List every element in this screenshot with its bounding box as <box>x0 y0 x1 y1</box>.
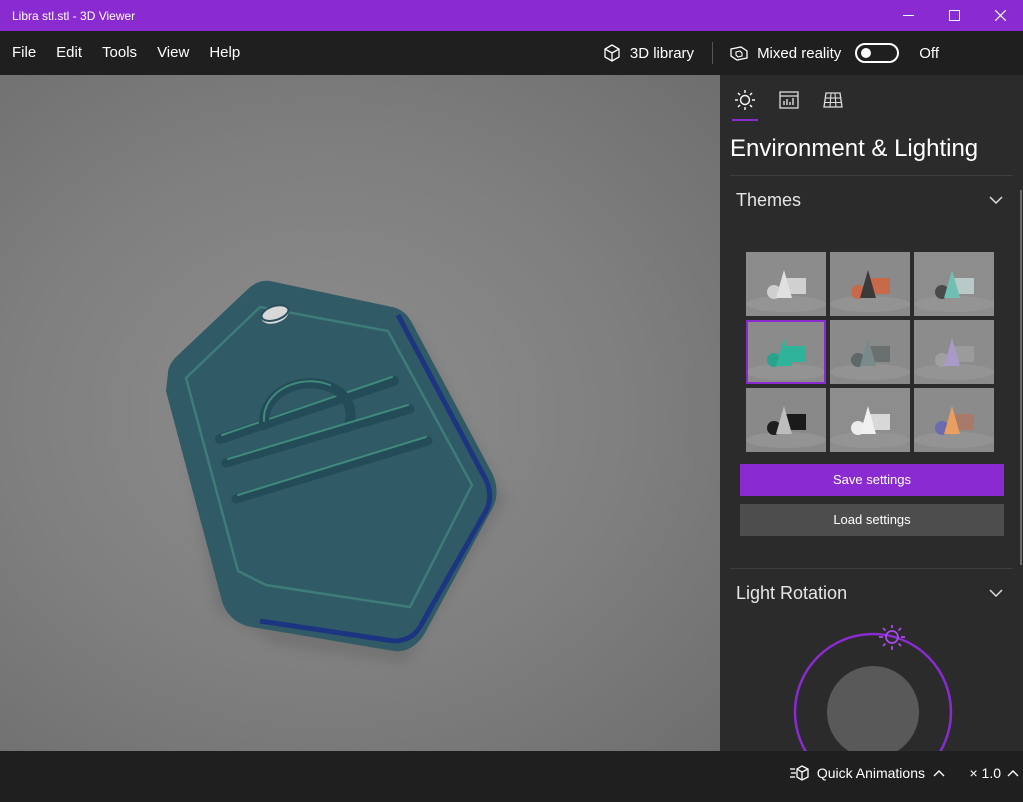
libra-model[interactable] <box>0 75 720 751</box>
theme-thumbnail[interactable] <box>746 252 826 316</box>
menu-tools[interactable]: Tools <box>92 31 147 75</box>
tab-stats-shading[interactable] <box>774 89 804 121</box>
menu-right-group: 3D library Mixed reality Off <box>590 31 1023 75</box>
animation-speed-value: × 1.0 <box>969 765 1001 781</box>
quick-animations-label: Quick Animations <box>816 765 925 781</box>
theme-preview-icon <box>830 320 910 384</box>
theme-thumbnail[interactable] <box>830 252 910 316</box>
mixed-reality-icon <box>730 46 748 61</box>
mixed-reality-toggle[interactable] <box>855 43 900 63</box>
theme-thumbnail[interactable] <box>746 388 826 452</box>
save-settings-button[interactable]: Save settings <box>740 464 1004 496</box>
sun-icon <box>735 90 755 110</box>
light-rotation-sphere <box>827 666 919 751</box>
theme-thumbnail[interactable] <box>914 320 994 384</box>
theme-thumbnail[interactable] <box>830 388 910 452</box>
theme-preview-icon <box>746 320 826 384</box>
chevron-up-icon <box>933 770 945 777</box>
status-bar: Quick Animations × 1.0 <box>0 751 1023 802</box>
mixed-reality-label: Mixed reality <box>757 44 842 62</box>
close-icon <box>994 10 1006 21</box>
close-button[interactable] <box>977 0 1023 31</box>
menu-edit[interactable]: Edit <box>46 31 92 75</box>
theme-preview-icon <box>914 320 994 384</box>
title-bar: Libra stl.stl - 3D Viewer <box>0 0 1023 31</box>
theme-thumbnail[interactable] <box>830 320 910 384</box>
tab-grid-views[interactable] <box>818 89 848 121</box>
menu-separator <box>712 42 714 64</box>
menu-bar: File Edit Tools View Help 3D library Mix… <box>0 31 1023 75</box>
panel-title: Environment & Lighting <box>730 135 979 162</box>
grid-icon <box>823 92 843 108</box>
theme-preview-icon <box>914 252 994 316</box>
theme-thumbnail[interactable] <box>914 388 994 452</box>
menu-help[interactable]: Help <box>199 31 250 75</box>
theme-preview-icon <box>830 252 910 316</box>
quick-animations-button[interactable]: Quick Animations <box>789 765 945 781</box>
themes-heading: Themes <box>736 189 802 210</box>
mixed-reality-state: Off <box>919 44 939 62</box>
light-rotation-heading: Light Rotation <box>736 582 848 603</box>
stats-icon <box>779 91 799 109</box>
light-rotation-header[interactable]: Light Rotation <box>720 569 1023 617</box>
theme-preview-icon <box>830 388 910 452</box>
theme-preview-icon <box>746 388 826 452</box>
theme-thumbnail[interactable] <box>746 320 826 384</box>
chevron-down-icon <box>989 589 1003 597</box>
3d-library-label: 3D library <box>629 44 695 62</box>
load-settings-button[interactable]: Load settings <box>740 504 1004 536</box>
theme-preview-icon <box>914 388 994 452</box>
cube-icon <box>604 44 620 62</box>
3d-viewport[interactable] <box>0 75 720 751</box>
chevron-up-icon <box>1007 770 1019 777</box>
maximize-icon <box>948 10 960 21</box>
minimize-icon <box>902 15 914 16</box>
theme-thumbnail[interactable] <box>914 252 994 316</box>
3d-library-button[interactable]: 3D library <box>590 31 706 75</box>
panel-tabs <box>720 75 1023 121</box>
menu-file[interactable]: File <box>2 31 46 75</box>
mixed-reality-group: Mixed reality Off <box>719 43 1023 63</box>
animation-speed-button[interactable]: × 1.0 <box>969 765 1019 781</box>
light-rotation-dial[interactable] <box>792 624 954 751</box>
animation-icon <box>789 765 809 781</box>
window-controls <box>885 0 1023 31</box>
minimize-button[interactable] <box>885 0 931 31</box>
menu-view[interactable]: View <box>147 31 199 75</box>
toggle-knob <box>861 48 872 58</box>
panel-scrollbar[interactable] <box>1020 190 1022 565</box>
tab-environment-lighting[interactable] <box>730 89 760 121</box>
window-title: Libra stl.stl - 3D Viewer <box>12 8 136 23</box>
maximize-button[interactable] <box>931 0 977 31</box>
chevron-down-icon <box>989 196 1003 204</box>
theme-grid <box>746 252 1023 452</box>
themes-header[interactable]: Themes <box>720 176 1023 224</box>
theme-preview-icon <box>746 252 826 316</box>
environment-panel: Environment & Lighting Themes Save setti… <box>720 75 1023 751</box>
